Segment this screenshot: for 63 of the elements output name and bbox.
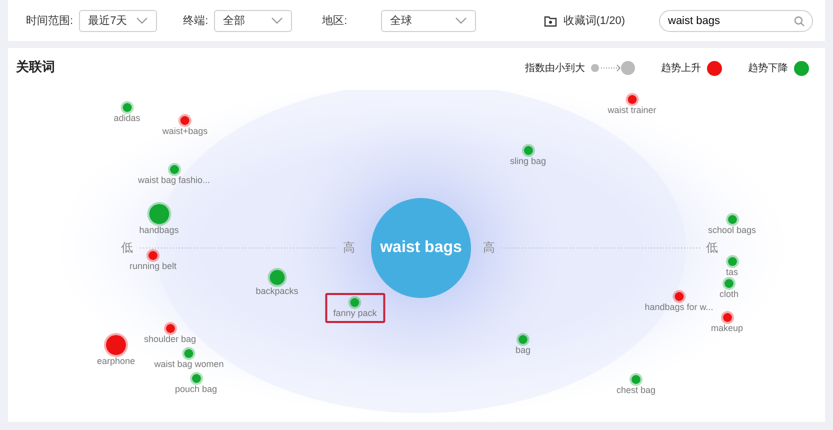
keyword-node-dot[interactable] (674, 292, 684, 301)
keyword-node-dot[interactable] (170, 165, 178, 174)
keyword-label: tas (726, 267, 738, 277)
keyword-node-dot[interactable] (728, 215, 736, 224)
filter-dropdown[interactable]: 全球 (381, 10, 476, 32)
keyword-label: pouch bag (174, 384, 218, 394)
search-field[interactable]: waist bags (659, 10, 813, 32)
filter-label: 时间范围: (26, 14, 74, 28)
chevron-down-icon (455, 16, 468, 24)
axis-label: 高 (343, 240, 355, 256)
keyword-node-dot[interactable] (192, 374, 200, 383)
keyword-label: running belt (129, 261, 177, 271)
keyword-label: handbags (139, 225, 179, 235)
favorites-button[interactable]: 收藏词(1/20) (544, 13, 625, 28)
keyword-node-dot[interactable] (518, 335, 528, 344)
panel-title: 关联词 (16, 58, 55, 76)
keyword-label: sling bag (510, 156, 546, 166)
chevron-down-icon (271, 16, 284, 24)
keyword-node-dot[interactable] (122, 103, 132, 112)
keyword-node-dot[interactable] (149, 204, 169, 224)
keyword-label: backpacks (256, 286, 298, 296)
size-scale-icon (591, 60, 635, 76)
keyword-label: bag (515, 345, 531, 355)
keyword-node-dot[interactable] (166, 324, 174, 333)
filter-dropdown[interactable]: 最近7天 (79, 10, 158, 32)
axis-label: 低 (121, 240, 133, 256)
keyword-label: makeup (710, 323, 744, 333)
keyword-node-dot[interactable] (724, 279, 734, 288)
keyword-node-dot[interactable] (722, 313, 732, 322)
keyword-label: adidas (114, 113, 140, 123)
trend-down-dot (794, 60, 809, 76)
legend-label: 指数由小到大 (525, 62, 585, 75)
keyword-node-dot[interactable] (184, 349, 194, 358)
legend-label: 趋势下降 (748, 62, 788, 75)
keyword-label: cloth (720, 289, 738, 299)
keyword-node-dot[interactable] (524, 146, 532, 155)
filter-label: 终端: (183, 14, 208, 28)
search-icon (794, 16, 805, 26)
keyword-label: waist bag fashio... (138, 175, 210, 185)
keyword-node-dot[interactable] (350, 298, 360, 307)
keyword-node-dot[interactable] (180, 116, 190, 125)
filter-dropdown[interactable]: 全部 (214, 10, 292, 32)
keyword-label: fanny pack (333, 308, 377, 318)
keyword-node-dot[interactable] (148, 251, 158, 260)
keyword-node-dot[interactable] (728, 257, 736, 266)
keyword-label: school bags (708, 225, 756, 235)
keyword-node-dot[interactable] (632, 375, 640, 384)
keyword-node-dot[interactable] (106, 335, 126, 355)
keyword-label: handbags for w... (644, 302, 714, 312)
keyword-label: waist trainer (608, 105, 656, 115)
keyword-node-dot[interactable] (628, 95, 636, 104)
chevron-down-icon (136, 16, 148, 24)
trend-up-dot (707, 60, 722, 76)
keyword-label: chest bag (616, 385, 656, 395)
axis-label: 低 (706, 240, 718, 256)
keyword-label: waist bag women (154, 359, 224, 369)
keyword-node-dot[interactable] (270, 270, 284, 285)
filter-label: 地区: (322, 14, 348, 28)
keyword-label: shoulder bag (144, 334, 196, 344)
keyword-label: waist+bags (162, 126, 208, 136)
axis-label: 高 (483, 240, 495, 256)
legend-label: 趋势上升 (661, 62, 701, 75)
keyword-label: earphone (96, 356, 136, 366)
